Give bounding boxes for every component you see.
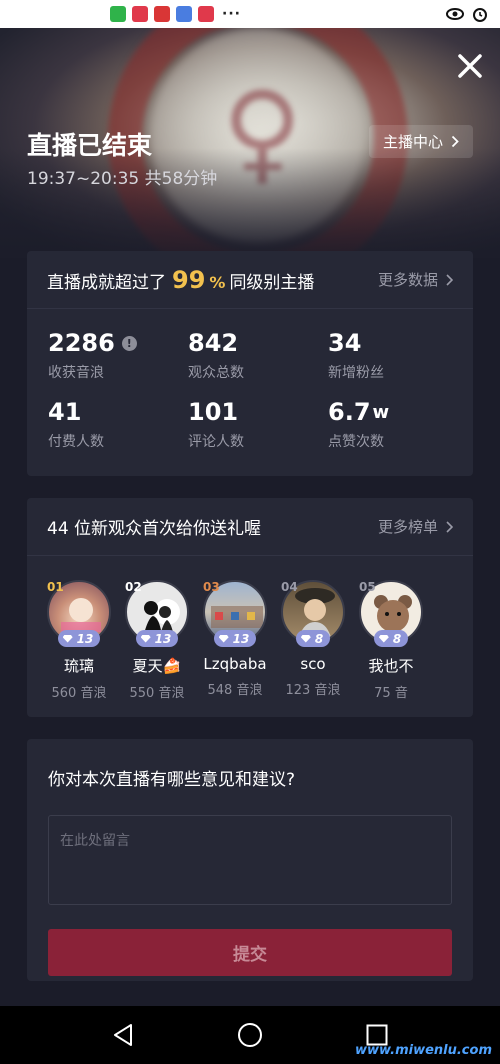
app-notification-icon [176,6,192,22]
stat-label: 收获音浪 [48,365,104,381]
stat-commenters: 101 评论人数 [188,398,328,451]
nav-back-button[interactable] [109,1021,137,1049]
viewer-name: 夏天🍰 [132,657,182,675]
stat-value: 34 [328,329,362,357]
level-number: 8 [392,631,402,646]
stat-likes: 6.7 w 点赞次数 [328,398,468,451]
info-icon[interactable]: ! [121,335,137,351]
level-badge: 13 [213,630,257,647]
stat-value: 2286 [48,329,115,357]
app-notification-icon [198,6,214,22]
more-ranking-link[interactable]: 更多榜单 [378,516,453,537]
level-badge: 8 [373,630,409,647]
achievement-text: 直播成就超过了 99% 同级别主播 [47,266,314,294]
page-title: 直播已结束 [27,131,153,160]
level-badge: 8 [295,630,331,647]
stat-new-fans: 34 新增粉丝 [328,329,468,382]
level-number: 13 [154,631,172,646]
stat-value: 6.7 [328,398,371,426]
chevron-right-icon [446,520,453,533]
level-badge: 13 [135,630,179,647]
eye-icon [446,8,464,20]
host-center-button[interactable]: 主播中心 [368,125,473,158]
achievement-suffix: 同级别主播 [229,272,315,293]
nav-home-button[interactable] [236,1021,264,1049]
gem-icon [378,634,389,643]
stat-value: 842 [188,329,239,357]
stat-unit: w [372,401,390,423]
gem-icon [300,634,311,643]
more-data-label: 更多数据 [377,271,438,289]
level-number: 13 [232,631,250,646]
stat-payers: 41 付费人数 [48,398,188,451]
feedback-card: 你对本次直播有哪些意见和建议? 提交 [27,739,473,981]
gem-icon [62,634,73,643]
rank-number: 03 [203,580,220,594]
home-icon [237,1023,262,1047]
viewer-name: 琉璃 [63,657,94,675]
alarm-icon [473,8,487,22]
close-icon [458,54,482,78]
stream-duration: 19:37~20:35 共58分钟 [27,169,218,189]
viewer-amount: 560 音浪 [51,686,107,701]
level-number: 8 [314,631,324,646]
status-icons [446,6,488,22]
feedback-input[interactable] [48,815,452,905]
viewer-name: Lzqbaba [203,655,267,673]
chevron-right-icon [446,273,453,286]
viewer-name: 我也不 [368,657,414,675]
submit-button[interactable]: 提交 [48,929,452,976]
host-center-label: 主播中心 [382,133,443,151]
gift-ranking-title: 44 位新观众首次给你送礼喔 [47,519,262,539]
rank-number: 04 [281,580,298,594]
feedback-question: 你对本次直播有哪些意见和建议? [48,770,296,790]
gift-ranking-card: 44 位新观众首次给你送礼喔 更多榜单 01 13 琉璃 560 音浪 02 1… [27,498,473,717]
achievement-prefix: 直播成就超过了 [47,272,166,293]
viewer-amount: 548 音浪 [207,683,263,698]
chevron-right-icon [451,135,459,148]
stats-grid: 2286! 收获音浪 842 观众总数 34 新增粉丝 41 付费人数 101 … [27,309,473,451]
stat-value: 101 [188,398,239,426]
watermark: www.miwenlu.com [354,1043,492,1058]
stat-value: 41 [48,398,82,426]
viewer-item[interactable]: 05 8 我也不 75 音 [345,580,437,714]
more-notifications: ··· [222,6,241,22]
stat-label: 点赞次数 [328,434,384,450]
level-badge: 13 [57,630,101,647]
viewer-name: sco [300,655,326,673]
stat-income: 2286! 收获音浪 [48,329,188,382]
app-notification-icon [154,6,170,22]
app-notification-icon [132,6,148,22]
stat-label: 付费人数 [48,434,104,450]
status-bar: ··· [0,0,500,28]
close-button[interactable] [454,52,486,84]
stat-viewers: 842 观众总数 [188,329,328,382]
stat-label: 观众总数 [188,365,244,381]
stats-card: 直播成就超过了 99% 同级别主播 更多数据 2286! 收获音浪 842 观众… [27,251,473,476]
viewer-amount: 123 音浪 [285,683,341,698]
stat-label: 评论人数 [188,434,244,450]
achievement-percent-symbol: % [209,272,226,292]
more-data-link[interactable]: 更多数据 [378,269,453,290]
achievement-header: 直播成就超过了 99% 同级别主播 更多数据 [27,251,473,309]
back-icon [114,1024,133,1046]
rank-number: 02 [125,580,142,594]
gift-ranking-header: 44 位新观众首次给你送礼喔 更多榜单 [27,498,473,556]
gem-icon [218,634,229,643]
achievement-percent: 99 [172,265,206,294]
viewer-list: 01 13 琉璃 560 音浪 02 13 夏天🍰 550 音浪 03 13 L… [27,556,473,714]
gem-icon [140,634,151,643]
more-ranking-label: 更多榜单 [377,518,438,536]
rank-number: 05 [359,580,376,594]
rank-number: 01 [47,580,64,594]
stat-label: 新增粉丝 [328,365,384,381]
viewer-amount: 550 音浪 [129,686,185,701]
viewer-amount: 75 音 [374,686,408,701]
app-notification-icon [110,6,126,22]
level-number: 13 [76,631,94,646]
